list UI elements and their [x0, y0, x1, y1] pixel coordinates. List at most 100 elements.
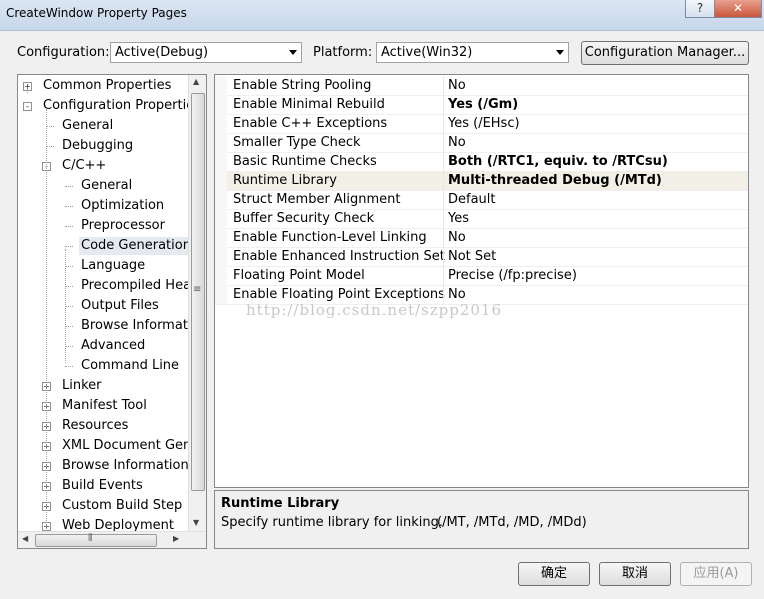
scroll-down-icon[interactable]: ▼ [193, 518, 199, 527]
tree-item-label: Optimization [81, 198, 165, 213]
tree-scroll-thumb[interactable]: ≡ [191, 93, 205, 491]
tree-item[interactable]: Browse Informatio [79, 317, 201, 335]
tree-vertical-scrollbar[interactable]: ▲ ≡ ▼ [188, 75, 206, 533]
column-divider [443, 152, 444, 171]
column-divider [443, 190, 444, 209]
property-row[interactable]: Floating Point Model Precise (/fp:precise… [215, 266, 748, 286]
tree-item[interactable]: Code Generation [79, 237, 193, 255]
configuration-value: Active(Debug) [115, 45, 209, 60]
column-divider [443, 95, 444, 114]
row-gutter [215, 133, 227, 152]
property-value[interactable]: No [448, 287, 466, 302]
tree-item[interactable]: General [79, 177, 134, 195]
tree-item[interactable]: Common Properties [41, 77, 173, 95]
tree-item[interactable]: Browse Information [60, 457, 191, 475]
property-name: Struct Member Alignment [233, 192, 401, 207]
configuration-manager-button[interactable]: Configuration Manager... [581, 41, 749, 65]
tree-item[interactable]: General [60, 117, 115, 135]
tree-item[interactable]: Advanced [79, 337, 147, 355]
property-value[interactable]: Not Set [448, 249, 496, 264]
tree-item[interactable]: C/C++ [60, 157, 108, 175]
tree-item[interactable]: Custom Build Step [60, 497, 184, 515]
chevron-down-icon [556, 50, 564, 55]
tree-item[interactable]: Manifest Tool [60, 397, 149, 415]
description-options: (/MT, /MTd, /MD, /MDd) [437, 515, 587, 530]
close-button[interactable]: ✕ [714, 0, 762, 18]
property-row[interactable]: Enable String Pooling No [215, 76, 748, 96]
tree-item-label: Browse Information [62, 458, 189, 473]
property-row[interactable]: Runtime Library Multi-threaded Debug (/MT… [215, 171, 748, 191]
property-value[interactable]: Precise (/fp:precise) [448, 268, 577, 283]
tree-item[interactable]: Build Events [60, 477, 145, 495]
property-row[interactable]: Enable Minimal Rebuild Yes (/Gm) [215, 95, 748, 115]
column-divider [443, 228, 444, 247]
property-value[interactable]: No [448, 135, 466, 150]
tree-item-label: Output Files [81, 298, 159, 313]
property-name: Smaller Type Check [233, 135, 361, 150]
scroll-up-icon[interactable]: ▲ [193, 77, 199, 86]
tree-horizontal-scrollbar[interactable]: ◀ ⦀ ▶ [18, 531, 206, 548]
tree-connector [65, 286, 73, 287]
property-value[interactable]: Yes [448, 211, 469, 226]
property-row[interactable]: Enable C++ Exceptions Yes (/EHsc) [215, 114, 748, 134]
property-value[interactable]: No [448, 78, 466, 93]
property-row[interactable]: Basic Runtime Checks Both (/RTC1, equiv. … [215, 152, 748, 172]
row-gutter [215, 76, 227, 95]
tree-item[interactable]: Configuration Properties [41, 97, 203, 115]
property-value[interactable]: No [448, 230, 466, 245]
tree-item[interactable]: Command Line [79, 357, 181, 375]
tree-item[interactable]: Linker [60, 377, 104, 395]
grip-icon: ⦀ [88, 533, 93, 544]
platform-label: Platform: [313, 45, 373, 60]
property-name: Enable Function-Level Linking [233, 230, 427, 245]
scroll-right-icon[interactable]: ▶ [173, 534, 179, 543]
tree-item[interactable]: Optimization [79, 197, 166, 215]
title-bar: CreateWindow Property Pages ? ✕ [0, 0, 764, 31]
configuration-dropdown[interactable]: Active(Debug) [110, 42, 302, 63]
property-row[interactable]: Enable Function-Level Linking No [215, 228, 748, 248]
tree-connector [65, 206, 73, 207]
tree-item-label: Code Generation [81, 238, 191, 253]
tree-item-label: Browse Informatio [81, 318, 200, 333]
platform-dropdown[interactable]: Active(Win32) [376, 42, 569, 63]
property-grid[interactable]: Enable String Pooling No Enable Minimal Re… [214, 74, 749, 488]
property-row[interactable]: Buffer Security Check Yes [215, 209, 748, 229]
tree-item[interactable]: Language [79, 257, 147, 275]
property-name: Basic Runtime Checks [233, 154, 377, 169]
tree-connector [27, 89, 28, 93]
property-row[interactable]: Smaller Type Check No [215, 133, 748, 153]
column-divider [443, 209, 444, 228]
tree-item[interactable]: XML Document Gene [60, 437, 201, 455]
property-value[interactable]: Yes (/Gm) [448, 97, 518, 112]
cancel-button[interactable]: 取消 [599, 562, 671, 586]
tree-hscroll-thumb[interactable]: ⦀ [35, 533, 157, 547]
tree-item[interactable]: Debugging [60, 137, 135, 155]
property-row[interactable]: Enable Enhanced Instruction Set Not Set [215, 247, 748, 267]
tree-item[interactable]: Resources [60, 417, 130, 435]
tree-item[interactable]: Output Files [79, 297, 161, 315]
scroll-left-icon[interactable]: ◀ [22, 534, 28, 543]
property-name: Enable C++ Exceptions [233, 116, 388, 131]
tree-connector [46, 126, 54, 127]
apply-button[interactable]: 应用(A) [680, 562, 752, 586]
tree-connector [65, 346, 73, 347]
property-value[interactable]: Default [448, 192, 496, 207]
help-button[interactable]: ? [685, 0, 715, 18]
collapse-icon[interactable]: - [23, 102, 32, 111]
chevron-down-icon [289, 50, 297, 55]
property-value[interactable]: Both (/RTC1, equiv. to /RTCsu) [448, 154, 668, 169]
property-name: Enable Minimal Rebuild [233, 97, 385, 112]
tree-item[interactable]: Preprocessor [79, 217, 167, 235]
column-divider [443, 133, 444, 152]
property-name: Runtime Library [233, 173, 337, 188]
property-value[interactable]: Multi-threaded Debug (/MTd) [448, 173, 662, 188]
tree-connector [65, 249, 66, 363]
platform-value: Active(Win32) [381, 45, 473, 60]
ok-button[interactable]: 确定 [518, 562, 590, 586]
tree-connector [65, 326, 73, 327]
property-value[interactable]: Yes (/EHsc) [448, 116, 520, 131]
property-row[interactable]: Struct Member Alignment Default [215, 190, 748, 210]
tree-item[interactable]: Precompiled Head [79, 277, 201, 295]
description-title: Runtime Library [221, 496, 340, 511]
property-tree[interactable]: Common Properties + Configuration Properti… [17, 74, 207, 549]
